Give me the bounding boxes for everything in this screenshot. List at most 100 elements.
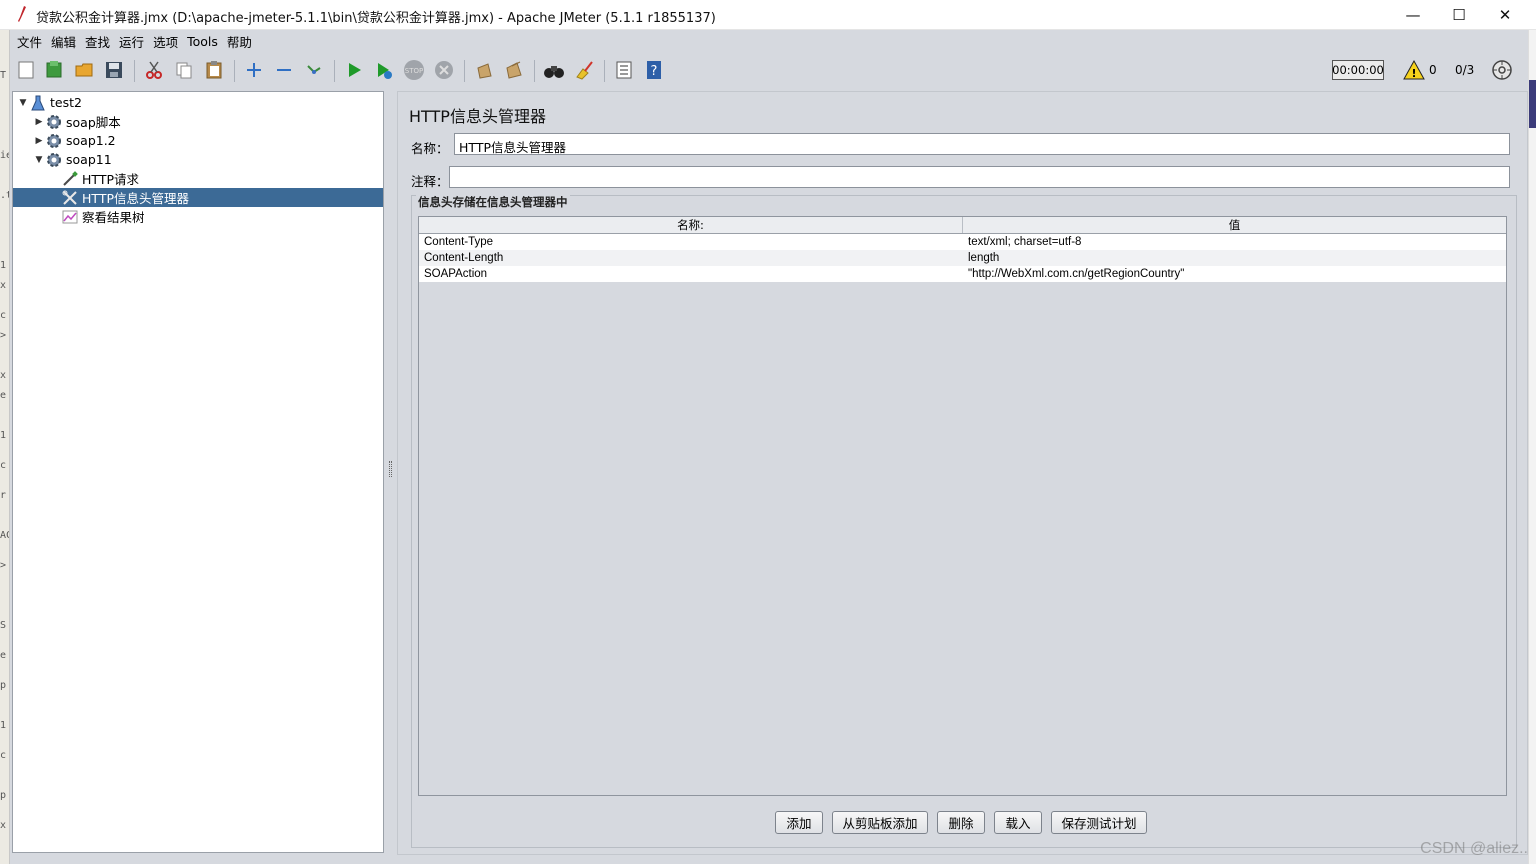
cut-icon[interactable] [142, 58, 166, 82]
collapse-all-icon[interactable] [272, 58, 296, 82]
svg-text:!: ! [1411, 67, 1416, 80]
menu-options[interactable]: 选项 [153, 32, 178, 51]
name-field[interactable]: HTTP信息头管理器 [454, 133, 1510, 155]
tree-item-label: HTTP信息头管理器 [82, 191, 189, 206]
name-label: 名称： [411, 141, 449, 156]
group-title: 信息头存储在信息头管理器中 [416, 194, 570, 210]
window-title: 贷款公积金计算器.jmx (D:\apache-jmeter-5.1.1\bin… [36, 11, 716, 26]
expand-all-icon[interactable] [242, 58, 266, 82]
add-button[interactable]: 添加 [775, 811, 823, 834]
thread-group-gear-icon [45, 113, 63, 131]
comment-label: 注释： [411, 174, 449, 189]
tree-item-label: HTTP请求 [82, 172, 139, 187]
add-from-clipboard-button[interactable]: 从剪贴板添加 [832, 811, 928, 834]
load-button[interactable]: 载入 [994, 811, 1042, 834]
new-file-icon[interactable] [14, 58, 38, 82]
table-row[interactable]: Content-Length length [419, 250, 1506, 266]
header-table: 名称: 值 Content-Type text/xml; charset=utf… [418, 216, 1507, 796]
copy-icon[interactable] [172, 58, 196, 82]
background-window-left: Tie.t1xc>xe1crAC>Sep1cpx [0, 30, 10, 864]
tree-expand-toggle[interactable]: ▼ [33, 155, 45, 165]
menu-edit[interactable]: 编辑 [51, 32, 76, 51]
clear-icon[interactable] [472, 58, 496, 82]
open-folder-icon[interactable] [72, 58, 96, 82]
test-plan-tree: ▼ test2 ▶ soap脚本 ▶ soap1.2 ▼ soap11 HTTP… [12, 91, 384, 853]
templates-icon[interactable] [42, 58, 66, 82]
help-icon[interactable]: ? [642, 58, 666, 82]
remote-status-icon[interactable] [1490, 58, 1514, 82]
panel-splitter[interactable] [387, 91, 395, 853]
cell-value[interactable]: "http://WebXml.com.cn/getRegionCountry" [963, 266, 1506, 282]
menu-search[interactable]: 查找 [85, 32, 110, 51]
tree-item-soap12[interactable]: ▶ soap1.2 [33, 131, 116, 150]
jmeter-main-window: 文件 编辑 查找 运行 选项 Tools 帮助 STOP ? 00:00:00 … [10, 30, 1528, 864]
paste-icon[interactable] [202, 58, 226, 82]
elapsed-timer: 00:00:00 [1332, 60, 1384, 80]
svg-text:STOP: STOP [405, 67, 423, 75]
menu-help[interactable]: 帮助 [227, 32, 252, 51]
tree-item-soap11[interactable]: ▼ soap11 [33, 150, 112, 169]
config-wrench-icon [61, 189, 79, 207]
svg-text:?: ? [651, 64, 658, 79]
save-icon[interactable] [102, 58, 126, 82]
cell-value[interactable]: text/xml; charset=utf-8 [963, 234, 1506, 250]
menu-bar: 文件 编辑 查找 运行 选项 Tools 帮助 [10, 30, 1528, 52]
reset-search-broom-icon[interactable] [572, 58, 596, 82]
thread-group-gear-icon [45, 151, 63, 169]
clear-all-icon[interactable] [502, 58, 526, 82]
cell-name[interactable]: Content-Type [419, 234, 963, 250]
tree-item-label: soap11 [66, 152, 112, 167]
start-icon[interactable] [342, 58, 366, 82]
menu-tools[interactable]: Tools [187, 34, 218, 49]
shutdown-icon[interactable] [432, 58, 456, 82]
tree-item-test-plan[interactable]: ▼ test2 [17, 93, 82, 112]
comment-field[interactable] [449, 166, 1510, 188]
column-header-value[interactable]: 值 [963, 217, 1506, 233]
cell-value[interactable]: length [963, 250, 1506, 266]
maximize-button[interactable]: ☐ [1436, 0, 1482, 30]
tree-expand-toggle[interactable]: ▶ [33, 136, 45, 146]
window-title-bar: 贷款公积金计算器.jmx (D:\apache-jmeter-5.1.1\bin… [0, 0, 1536, 30]
page-title: HTTP信息头管理器 [409, 107, 546, 126]
tree-expand-toggle[interactable]: ▶ [33, 117, 45, 127]
watermark: CSDN @aliez.. [1420, 840, 1528, 857]
menu-file[interactable]: 文件 [17, 32, 42, 51]
table-header: 名称: 值 [419, 217, 1506, 234]
active-threads-count: 0/3 [1455, 63, 1475, 77]
button-row: 添加 从剪贴板添加 删除 载入 保存测试计划 [398, 811, 1529, 837]
test-plan-icon [29, 94, 47, 112]
tree-item-label: 察看结果树 [82, 210, 145, 225]
column-header-name[interactable]: 名称: [419, 217, 963, 233]
stop-icon[interactable]: STOP [402, 58, 426, 82]
menu-run[interactable]: 运行 [119, 32, 144, 51]
tree-item-label: test2 [50, 95, 82, 110]
save-test-plan-button[interactable]: 保存测试计划 [1051, 811, 1147, 834]
thread-group-gear-icon [45, 132, 63, 150]
close-button[interactable]: ✕ [1482, 0, 1528, 30]
cell-name[interactable]: Content-Length [419, 250, 963, 266]
tree-item-soap-script[interactable]: ▶ soap脚本 [33, 112, 121, 131]
cell-name[interactable]: SOAPAction [419, 266, 963, 282]
search-binoculars-icon[interactable] [542, 58, 566, 82]
jmeter-feather-icon [18, 6, 26, 22]
tree-item-http-request[interactable]: HTTP请求 [49, 169, 139, 188]
delete-button[interactable]: 删除 [937, 811, 985, 834]
toolbar: STOP ? 00:00:00 ! 0 0/3 [10, 52, 1528, 90]
warning-count: 0 [1429, 63, 1437, 77]
tree-item-http-header-manager[interactable]: HTTP信息头管理器 [13, 188, 383, 207]
function-helper-icon[interactable] [612, 58, 636, 82]
tree-expand-toggle[interactable]: ▼ [17, 98, 29, 108]
start-no-pauses-icon[interactable] [372, 58, 396, 82]
tree-item-label: soap脚本 [66, 115, 121, 130]
table-row[interactable]: SOAPAction "http://WebXml.com.cn/getRegi… [419, 266, 1506, 282]
warning-icon[interactable]: ! [1402, 58, 1426, 82]
header-manager-panel: HTTP信息头管理器 名称： HTTP信息头管理器 注释： 信息头存储在信息头管… [397, 91, 1528, 855]
tree-item-view-results-tree[interactable]: 察看结果树 [49, 207, 145, 226]
table-row[interactable]: Content-Type text/xml; charset=utf-8 [419, 234, 1506, 250]
background-window-right [1528, 30, 1536, 864]
http-sampler-pipette-icon [61, 170, 79, 188]
toggle-icon[interactable] [302, 58, 326, 82]
listener-graph-icon [61, 208, 79, 226]
minimize-button[interactable]: — [1390, 0, 1436, 30]
tree-item-label: soap1.2 [66, 133, 116, 148]
